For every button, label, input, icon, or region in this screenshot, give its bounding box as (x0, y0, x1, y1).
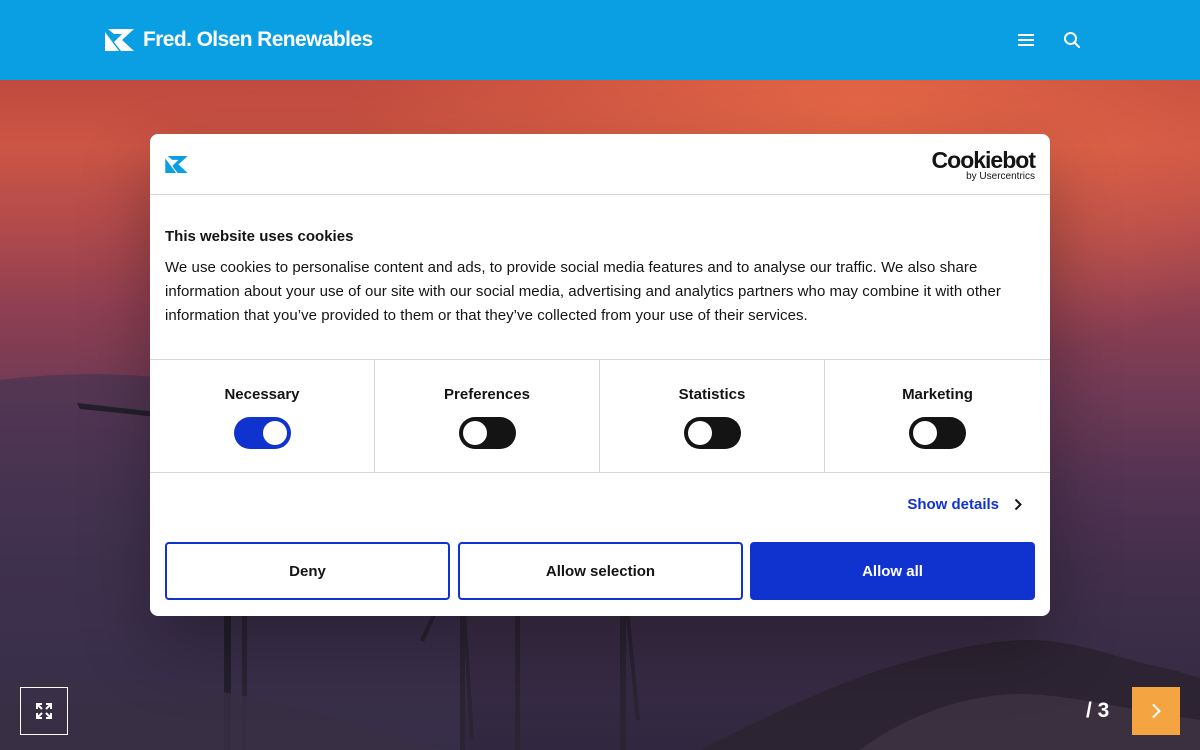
toggle-knob (463, 421, 487, 445)
consent-necessary: Necessary (150, 360, 375, 472)
toggle-knob (688, 421, 712, 445)
show-details-label: Show details (907, 496, 999, 513)
consent-label: Statistics (678, 386, 746, 403)
consent-label: Preferences (444, 386, 530, 403)
cookiebot-logo[interactable]: Cookiebot by Usercentrics (931, 147, 1036, 182)
allow-selection-button[interactable]: Allow selection (458, 542, 743, 600)
preferences-toggle[interactable] (459, 417, 516, 449)
show-details-link[interactable]: Show details (907, 496, 1022, 513)
expand-button[interactable] (20, 687, 68, 735)
toggle-knob (913, 421, 937, 445)
consent-categories: Necessary Preferences Statistics Marketi… (150, 359, 1050, 473)
search-icon (1064, 32, 1080, 48)
marketing-toggle[interactable] (909, 417, 966, 449)
cookie-consent-dialog: Cookiebot by Usercentrics This website u… (150, 134, 1050, 616)
expand-fullscreen-icon (36, 703, 52, 719)
brand-name: Fred. Olsen Renewables (143, 28, 373, 51)
chevron-right-icon (1152, 703, 1161, 719)
brand-logo[interactable]: Fred. Olsen Renewables (105, 27, 373, 53)
chevron-right-icon (1014, 498, 1022, 511)
fred-olsen-logo-icon (105, 29, 134, 51)
slide-counter: / 3 (1086, 699, 1110, 722)
dialog-title: This website uses cookies (165, 228, 354, 245)
toggle-knob (263, 421, 287, 445)
consent-preferences: Preferences (375, 360, 600, 472)
dialog-description: We use cookies to personalise content an… (165, 259, 1001, 324)
consent-label: Necessary (224, 386, 300, 403)
cookiebot-wordmark: Cookiebot (931, 147, 1036, 173)
allow-all-button[interactable]: Allow all (750, 542, 1035, 600)
statistics-toggle[interactable] (684, 417, 741, 449)
search-button[interactable] (1060, 28, 1084, 52)
menu-button[interactable] (1014, 28, 1038, 52)
next-slide-button[interactable] (1132, 687, 1180, 735)
fred-olsen-logo-icon (165, 156, 188, 173)
necessary-toggle[interactable] (234, 417, 291, 449)
dialog-header: Cookiebot by Usercentrics (150, 134, 1050, 195)
site-header: Fred. Olsen Renewables (0, 0, 1200, 80)
consent-label: Marketing (902, 386, 973, 403)
consent-statistics: Statistics (600, 360, 825, 472)
hamburger-menu-icon (1018, 34, 1034, 46)
consent-marketing: Marketing (825, 360, 1050, 472)
deny-button[interactable]: Deny (165, 542, 450, 600)
